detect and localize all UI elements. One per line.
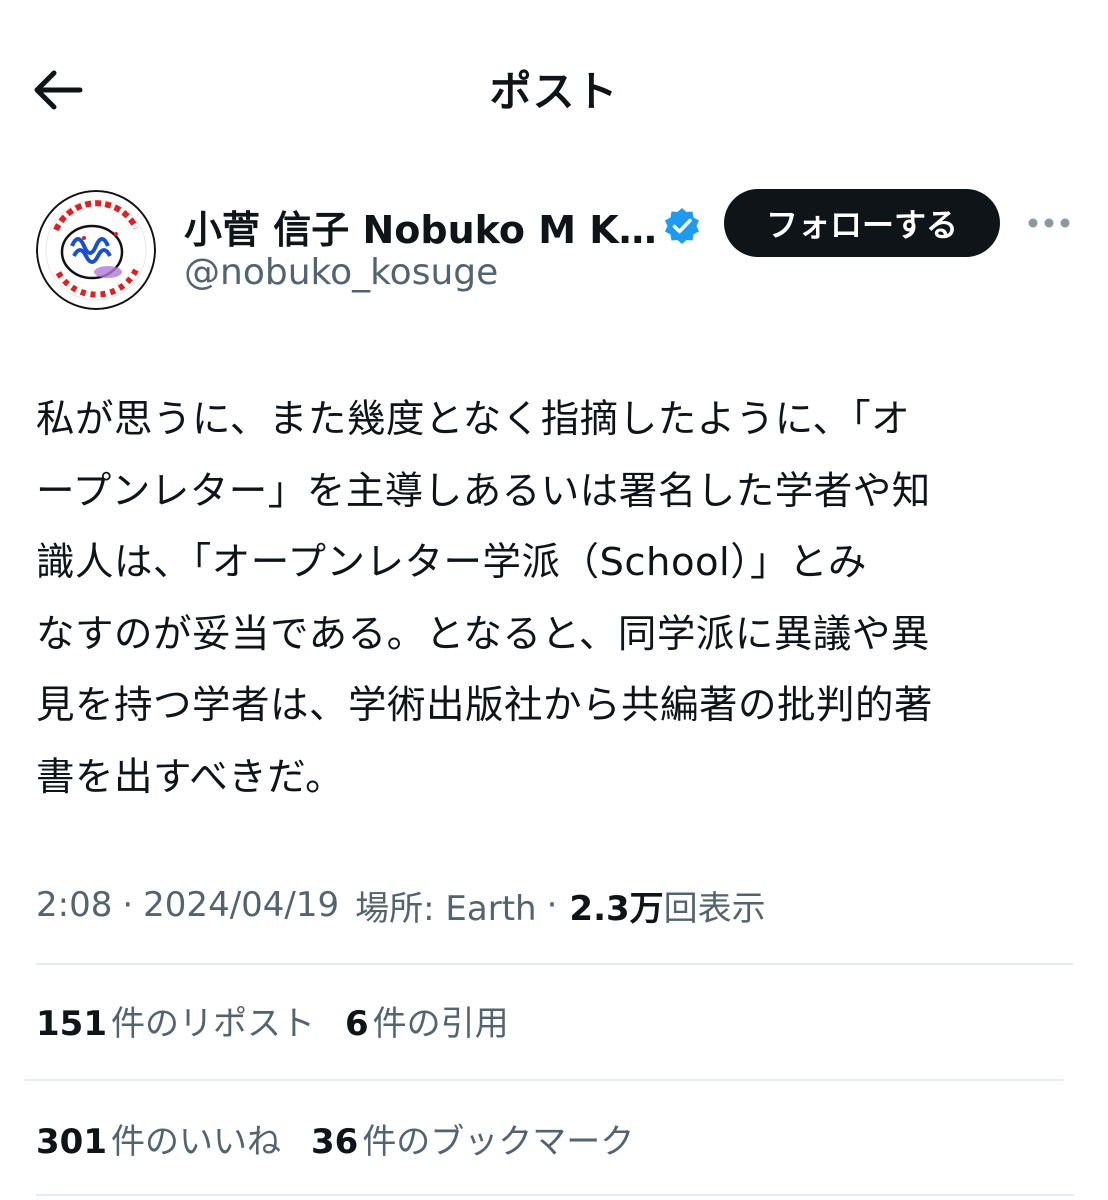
post-text-line: 識人は、「オープンレター学派（School）」とみ bbox=[36, 540, 868, 585]
stats-row-likes: 301 件のいいね 36 件のブックマーク bbox=[36, 1108, 664, 1168]
bookmarks-label: 件のブックマーク bbox=[362, 1121, 635, 1162]
meta-separator: · bbox=[122, 885, 134, 925]
more-horizontal-icon bbox=[1028, 218, 1070, 228]
post-text-line: ープンレター」を主導しあるいは署名した学者や知 bbox=[36, 468, 931, 514]
views-count: 2.3万 bbox=[569, 888, 664, 929]
avatar-image bbox=[36, 190, 156, 310]
more-options-button[interactable] bbox=[1024, 200, 1074, 246]
likes-stat[interactable]: 301 件のいいね bbox=[36, 1114, 281, 1163]
divider bbox=[36, 963, 1074, 965]
post-text-line: なすのが妥当である。となると、同学派に異議や異 bbox=[36, 611, 930, 657]
bookmarks-count: 36 bbox=[310, 1121, 359, 1162]
post-text-line: 見を持つ学者は、学術出版社から共編著の批判的著 bbox=[36, 683, 934, 728]
quotes-count: 6 bbox=[344, 1003, 369, 1044]
reposts-stat[interactable]: 151 件のリポスト bbox=[36, 996, 315, 1045]
meta-separator: · bbox=[546, 885, 558, 925]
top-bar: ポスト bbox=[0, 0, 1108, 180]
reposts-label: 件のリポスト bbox=[110, 1003, 315, 1044]
bookmarks-stat[interactable]: 36 件のブックマーク bbox=[311, 1114, 634, 1163]
post-location: 場所: Earth bbox=[355, 888, 537, 929]
likes-label: 件のいいね bbox=[110, 1121, 281, 1162]
post-time[interactable]: 2:08 bbox=[36, 885, 112, 925]
verified-badge-icon[interactable] bbox=[662, 206, 702, 246]
quotes-stat[interactable]: 6 件の引用 bbox=[345, 996, 509, 1045]
stats-row-reposts: 151 件のリポスト 6 件の引用 bbox=[36, 990, 539, 1050]
post-text-line: 書を出すべきだ。 bbox=[36, 754, 345, 800]
user-handle[interactable]: @nobuko_kosuge bbox=[184, 252, 498, 293]
avatar[interactable] bbox=[36, 190, 156, 310]
views-label: 回表示 bbox=[663, 888, 766, 929]
divider bbox=[24, 1079, 1064, 1081]
post-text: 私が思うに、また幾度となく指摘したように、「オ ープンレター」を主導しあるいは署… bbox=[36, 384, 1076, 813]
reposts-count: 151 bbox=[36, 1003, 107, 1044]
divider bbox=[36, 1194, 1074, 1196]
follow-button[interactable]: フォローする bbox=[724, 189, 1000, 257]
likes-count: 301 bbox=[36, 1121, 107, 1162]
post-meta: 2:08 · 2024/04/19 場所: Earth · 2.3万 回表示 bbox=[36, 880, 766, 930]
post-date[interactable]: 2024/04/19 bbox=[143, 885, 339, 925]
display-name[interactable]: 小菅 信子 Nobuko M K… bbox=[184, 199, 654, 254]
author-name-row[interactable]: 小菅 信子 Nobuko M K… bbox=[184, 200, 702, 252]
quotes-label: 件の引用 bbox=[372, 1003, 509, 1044]
page-title: ポスト bbox=[489, 67, 619, 116]
post-text-line: 私が思うに、また幾度となく指摘したように、「オ bbox=[36, 397, 911, 442]
